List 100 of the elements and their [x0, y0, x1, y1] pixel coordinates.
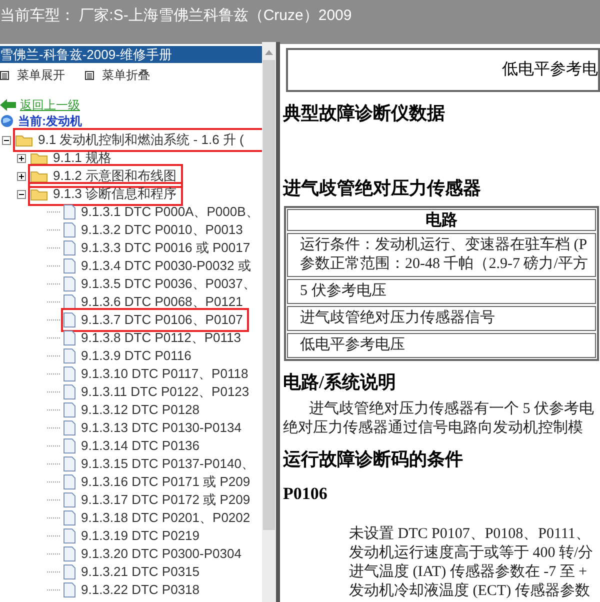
tree-item[interactable]: 9.1.3.7 DTC P0106、P0107 [63, 310, 247, 330]
folder-icon [15, 133, 33, 147]
table-cell: 进气歧管绝对压力传感器信号 [287, 306, 596, 331]
tree-item[interactable]: 9.1.3.22 DTC P0318 [63, 580, 204, 600]
tree-item[interactable]: 9.1.3.19 DTC P0219 [63, 526, 204, 546]
dotted-connector-icon [47, 427, 61, 429]
dotted-connector-icon [47, 301, 61, 303]
document-icon [63, 456, 76, 472]
tree-item[interactable]: 9.1.3.18 DTC P0201、P0202 [63, 508, 254, 528]
tree-item[interactable]: 9.1.3.16 DTC P0171 或 P209 [63, 472, 254, 492]
document-icon [63, 330, 76, 346]
scrollbar-thumb[interactable] [263, 60, 275, 530]
tree-item[interactable]: 9.1.2 示意图和布线图 [30, 166, 181, 186]
list-icon [0, 70, 9, 80]
tree-item[interactable]: 9.1.3.14 DTC P0136 [63, 436, 204, 456]
document-icon [63, 528, 76, 544]
tree-item[interactable]: 9.1.3.11 DTC P0122、P0123 [63, 382, 254, 402]
globe-icon [0, 114, 14, 128]
dotted-connector-icon [47, 589, 61, 591]
document-icon [63, 564, 76, 580]
tree-item[interactable]: 9.1.1 规格 [30, 148, 116, 168]
table-cell-text: 低电平参考电 [502, 60, 598, 80]
document-icon [63, 312, 76, 328]
collapse-icon[interactable] [17, 190, 26, 198]
table-cell: 运行条件：发动机运行、变速器在驻车档 (P 参数正常范围：20-48 千帕（2.9-7 磅力/平方 [287, 233, 596, 277]
tree-item[interactable]: 9.1.3.1 DTC P000A、P000B、 [63, 202, 262, 222]
dotted-connector-icon [47, 337, 61, 339]
folder-icon [30, 169, 48, 183]
document-icon [63, 438, 76, 454]
dotted-connector-icon [47, 355, 61, 357]
back-arrow-icon [0, 99, 16, 111]
tree-item[interactable]: 9.1.3.9 DTC P0116 [63, 346, 196, 366]
section-heading: P0106 [283, 483, 328, 505]
panel-header: 雪佛兰-科鲁兹-2009-维修手册 [0, 46, 262, 63]
table-header: 电路 [287, 209, 596, 231]
tree-item[interactable]: 9.1.3.20 DTC P0300-P0304 [63, 544, 246, 564]
paragraph: 进气歧管绝对压力传感器有一个 5 伏参考电 绝对压力传感器通过信号电路向发动机控制模 [283, 400, 595, 438]
section-heading: 进气歧管绝对压力传感器 [283, 177, 482, 200]
tree-item[interactable]: 9.1.3.5 DTC P0036、P0037、 [63, 274, 260, 294]
tree-item[interactable]: 9.1.3 诊断信息和程序 [30, 184, 181, 204]
dotted-connector-icon [47, 265, 61, 267]
tree-item[interactable]: 9.1.3.21 DTC P0315 [63, 562, 204, 582]
document-icon [63, 348, 76, 364]
dotted-connector-icon [47, 229, 61, 231]
current-section: 当前:发动机 [18, 112, 82, 130]
dotted-connector-icon [47, 571, 61, 573]
tree-item[interactable]: 9.1.3.8 DTC P0112、P0113 [63, 328, 245, 348]
list-icon [85, 70, 94, 80]
document-icon [63, 474, 76, 490]
dotted-connector-icon [47, 553, 61, 555]
dotted-connector-icon [47, 481, 61, 483]
dotted-connector-icon [47, 373, 61, 375]
document-icon [63, 546, 76, 562]
document-icon [63, 420, 76, 436]
vehicle-title: 当前车型： 厂家:S-上海雪佛兰科鲁兹（Cruze）2009 [0, 7, 352, 24]
document-icon [63, 294, 76, 310]
tree-item[interactable]: 9.1.3.4 DTC P0030-P0032 或 [63, 256, 255, 276]
tree-item[interactable]: 9.1.3.12 DTC P0128 [63, 400, 204, 420]
table-cell: 5 伏参考电压 [287, 279, 596, 304]
dotted-connector-icon [47, 247, 61, 249]
document-icon [63, 222, 76, 238]
dotted-connector-icon [47, 283, 61, 285]
condition-list: 未设置 DTC P0107、P0108、P0111、 发动机运行速度高于或等于 400 转/分 进气温度 (IAT) 传感器参数在 -7 至 + 发动机冷却液温度 (ECT) 传感器参数 [283, 524, 600, 600]
dotted-connector-icon [47, 445, 61, 447]
tree-item[interactable]: 9.1.3.2 DTC P0010、P0013 [63, 220, 247, 240]
tree-item[interactable]: 9.1.3.17 DTC P0172 或 P209 [63, 490, 254, 510]
tree-item[interactable]: 9.1.3.6 DTC P0068、P0121 [63, 292, 247, 312]
back-link[interactable]: 返回上一级 [20, 96, 80, 114]
document-icon [63, 204, 76, 220]
dotted-connector-icon [47, 409, 61, 411]
dotted-connector-icon [47, 517, 61, 519]
dotted-connector-icon [47, 391, 61, 393]
tree-item[interactable]: 9.1.3.3 DTC P0016 或 P0017 [63, 238, 254, 258]
tree-item[interactable]: 9.1 发动机控制和燃油系统 - 1.6 升 ( [15, 130, 262, 150]
dotted-connector-icon [47, 535, 61, 537]
document-icon [63, 276, 76, 292]
tree-item[interactable]: 9.1.3.13 DTC P0130-P0134 [63, 418, 246, 438]
menu-toggle-button[interactable]: 菜单展开 [0, 66, 65, 84]
menu-toggle-button[interactable]: 菜单折叠 [85, 66, 150, 84]
table-cell: 低电平参考电压 [287, 333, 596, 358]
document-icon [63, 510, 76, 526]
section-heading: 典型故障诊断仪数据 [283, 102, 446, 125]
document-icon [63, 366, 76, 382]
collapse-icon[interactable] [2, 136, 11, 144]
section-heading: 运行故障诊断码的条件 [283, 448, 464, 471]
tree-item[interactable]: 9.1.3.15 DTC P0137-P0140、 [63, 454, 258, 474]
dotted-connector-icon [47, 499, 61, 501]
section-heading: 电路/系统说明 [283, 371, 398, 394]
document-icon [63, 492, 76, 508]
tree-item[interactable]: 9.1.3.10 DTC P0117、P0118 [63, 364, 252, 384]
expand-icon[interactable] [17, 172, 26, 180]
document-icon [63, 384, 76, 400]
dotted-connector-icon [47, 463, 61, 465]
dotted-connector-icon [47, 319, 61, 321]
scrollbar[interactable] [262, 42, 276, 602]
document-icon [63, 258, 76, 274]
document-icon [63, 240, 76, 256]
expand-icon[interactable] [17, 154, 26, 162]
folder-icon [30, 187, 48, 201]
folder-icon [30, 151, 48, 165]
